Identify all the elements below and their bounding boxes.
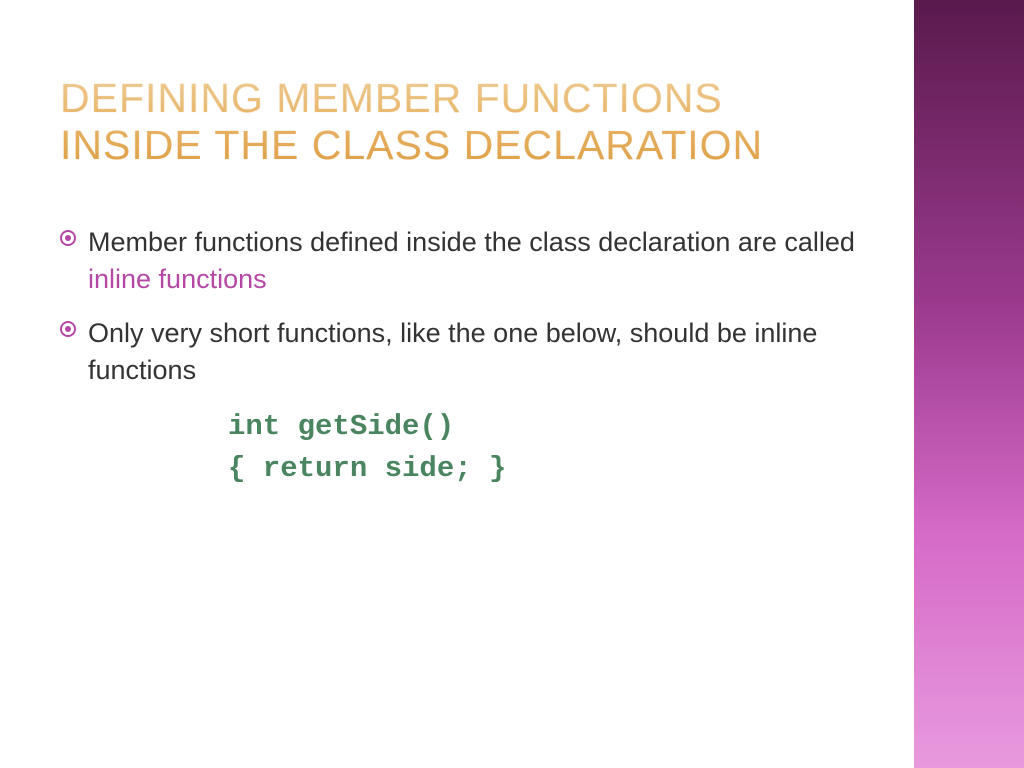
slide-title: DEFINING MEMBER FUNCTIONS INSIDE THE CLA… [60,75,864,169]
bullet-highlight: inline functions [88,264,267,294]
bullet-text-pre: Member functions defined inside the clas… [88,227,855,257]
sidebar-decoration [914,0,1024,768]
code-line: { return side; } [228,448,864,490]
bullet-list: Member functions defined inside the clas… [60,224,864,388]
bullet-text-pre: Only very short functions, like the one … [88,318,817,384]
bullet-item: Only very short functions, like the one … [60,315,864,388]
bullet-icon [60,230,76,246]
bullet-icon [60,321,76,337]
code-line: int getSide() [228,406,864,448]
bullet-item: Member functions defined inside the clas… [60,224,864,297]
code-block: int getSide() { return side; } [228,406,864,490]
slide-content: DEFINING MEMBER FUNCTIONS INSIDE THE CLA… [0,0,914,768]
